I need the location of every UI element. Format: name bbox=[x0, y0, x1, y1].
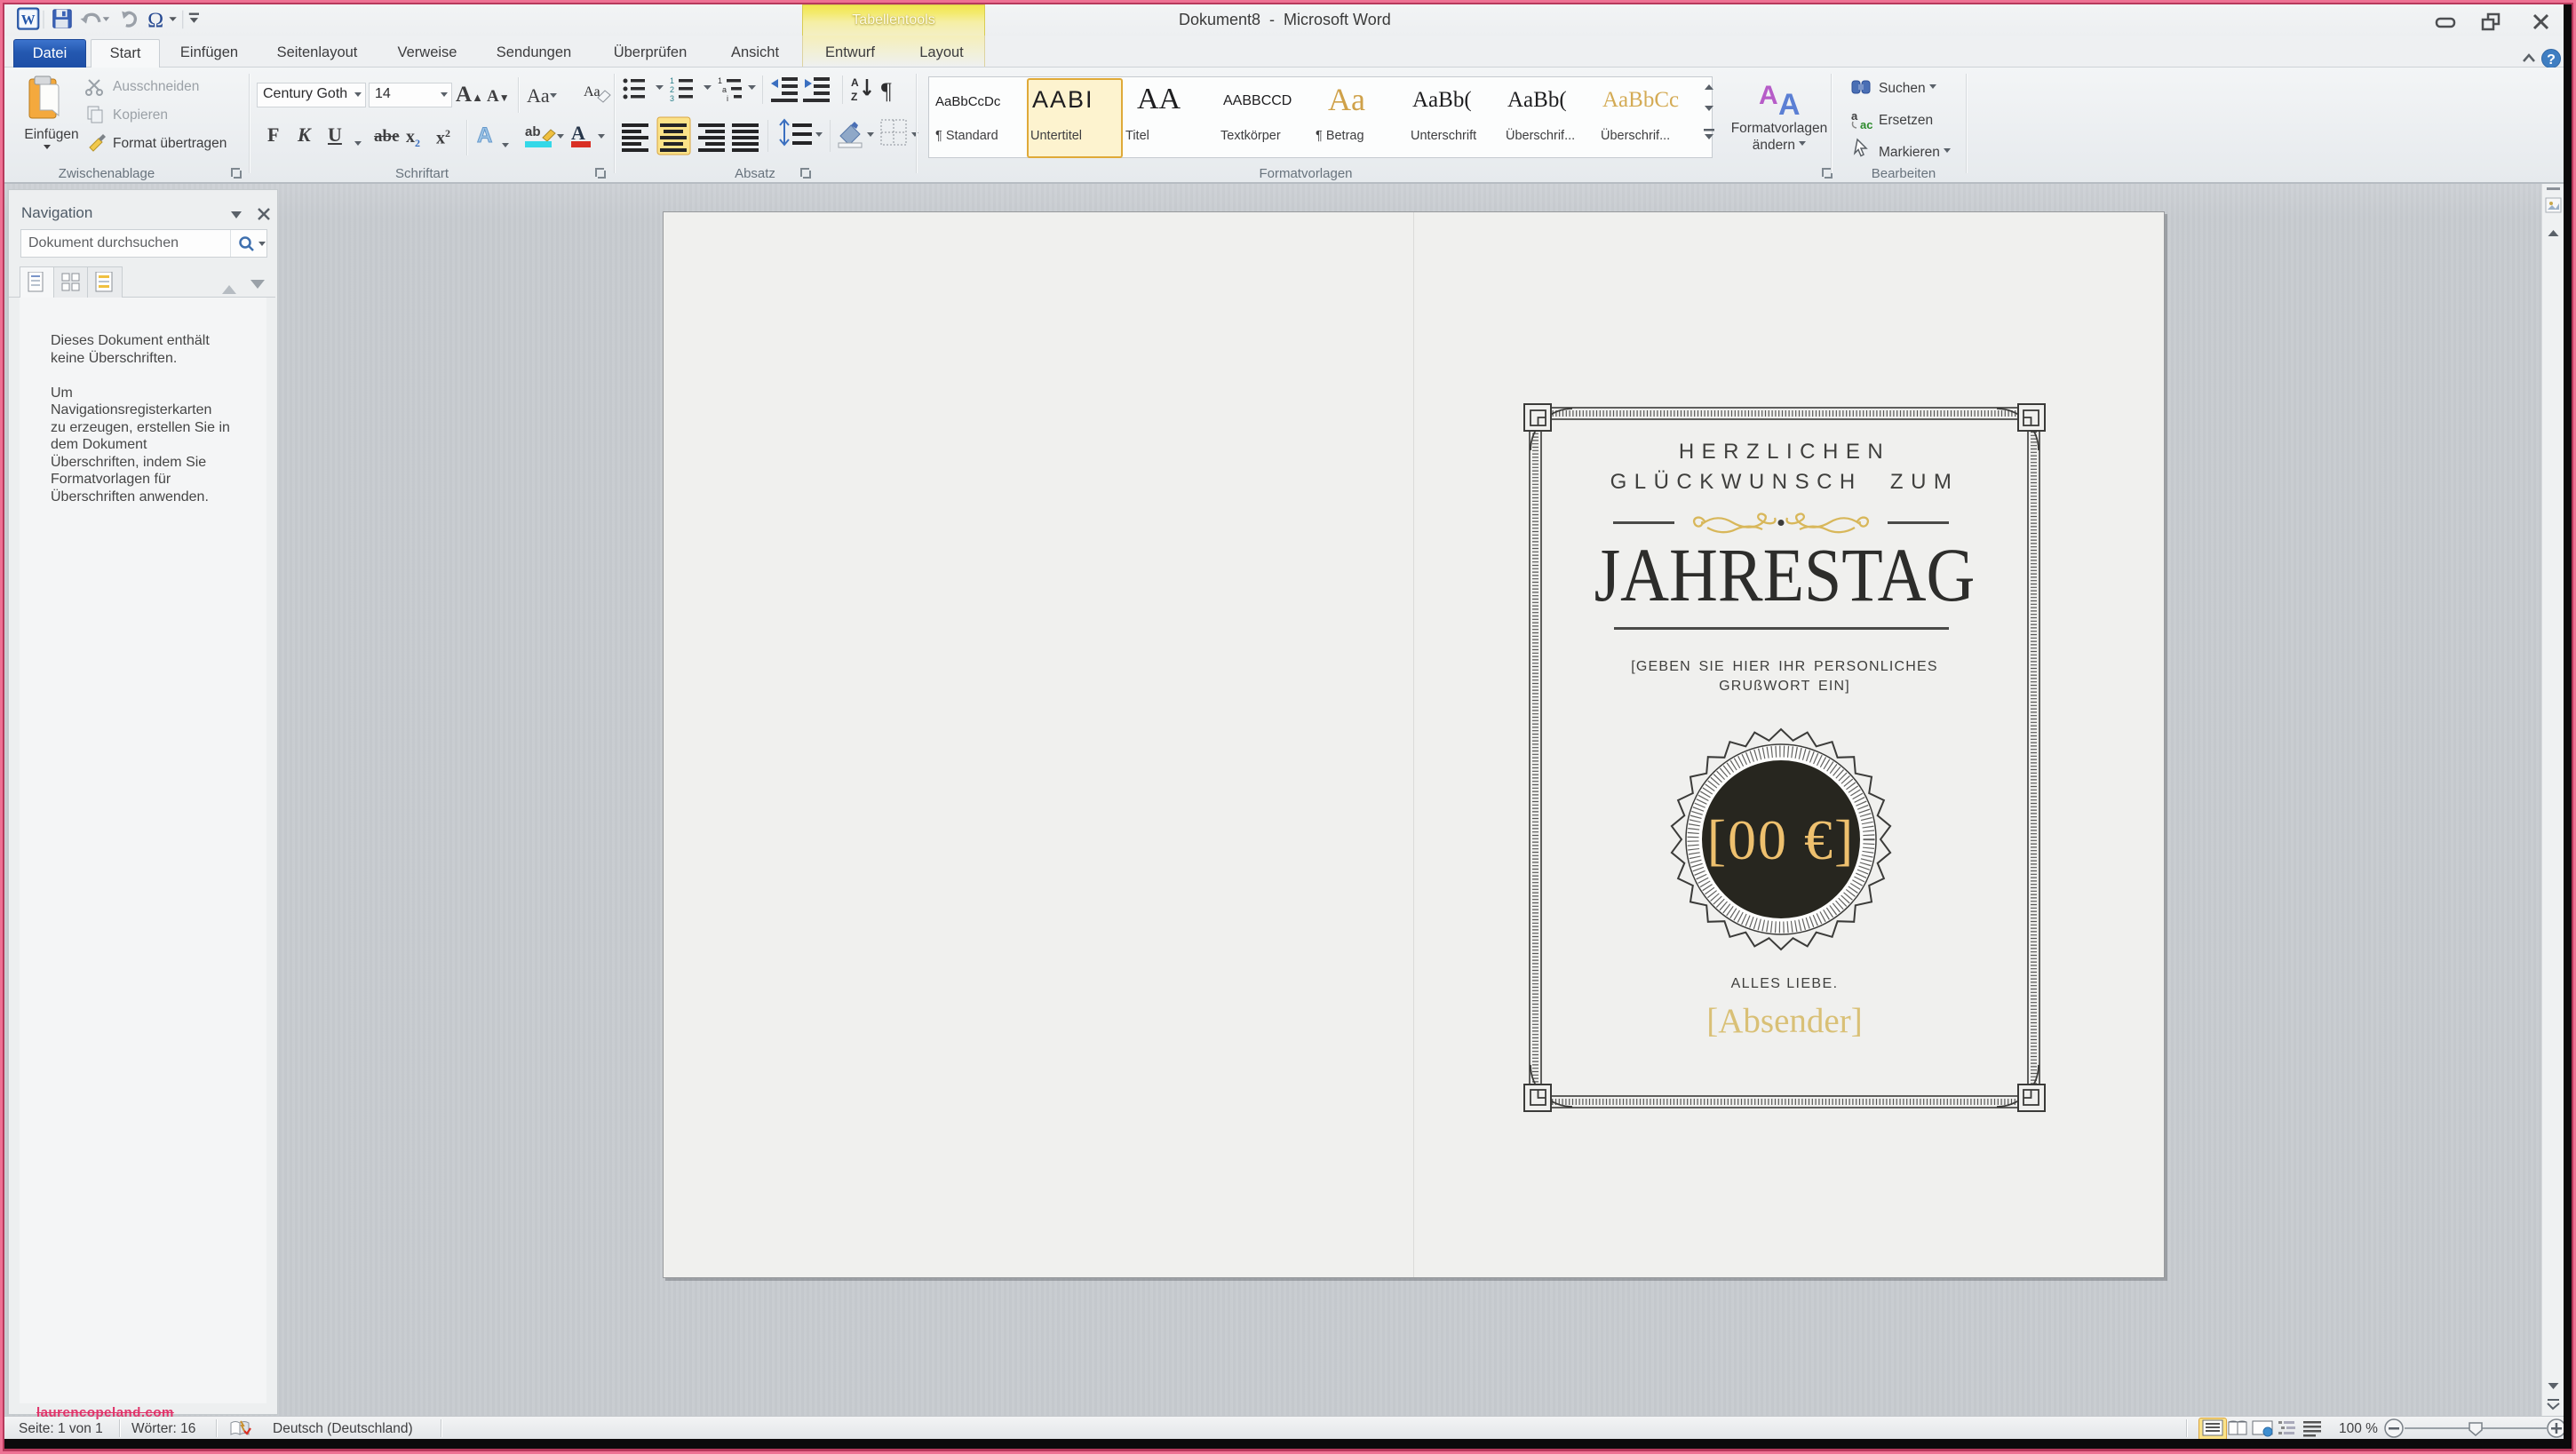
svg-text:ab: ab bbox=[525, 124, 541, 139]
svg-text:a: a bbox=[722, 85, 727, 94]
svg-text:2: 2 bbox=[670, 85, 674, 94]
svg-text:1: 1 bbox=[670, 76, 674, 85]
svg-text:Ω: Ω bbox=[147, 8, 163, 32]
svg-text:A: A bbox=[1759, 81, 1778, 110]
svg-text:A: A bbox=[851, 76, 859, 89]
svg-text:¶: ¶ bbox=[881, 78, 892, 104]
svg-text:i: i bbox=[727, 94, 728, 103]
svg-text:[00 €]: [00 €] bbox=[1707, 808, 1856, 871]
svg-text:?: ? bbox=[2547, 52, 2556, 68]
svg-text:Z: Z bbox=[851, 91, 857, 103]
svg-text:ac: ac bbox=[1860, 118, 1872, 131]
svg-text:1: 1 bbox=[718, 76, 722, 85]
svg-text:W: W bbox=[21, 13, 36, 28]
svg-text:a: a bbox=[1851, 109, 1858, 123]
svg-text:A: A bbox=[571, 122, 585, 144]
svg-text:A: A bbox=[1778, 88, 1801, 118]
svg-text:3: 3 bbox=[670, 94, 674, 103]
